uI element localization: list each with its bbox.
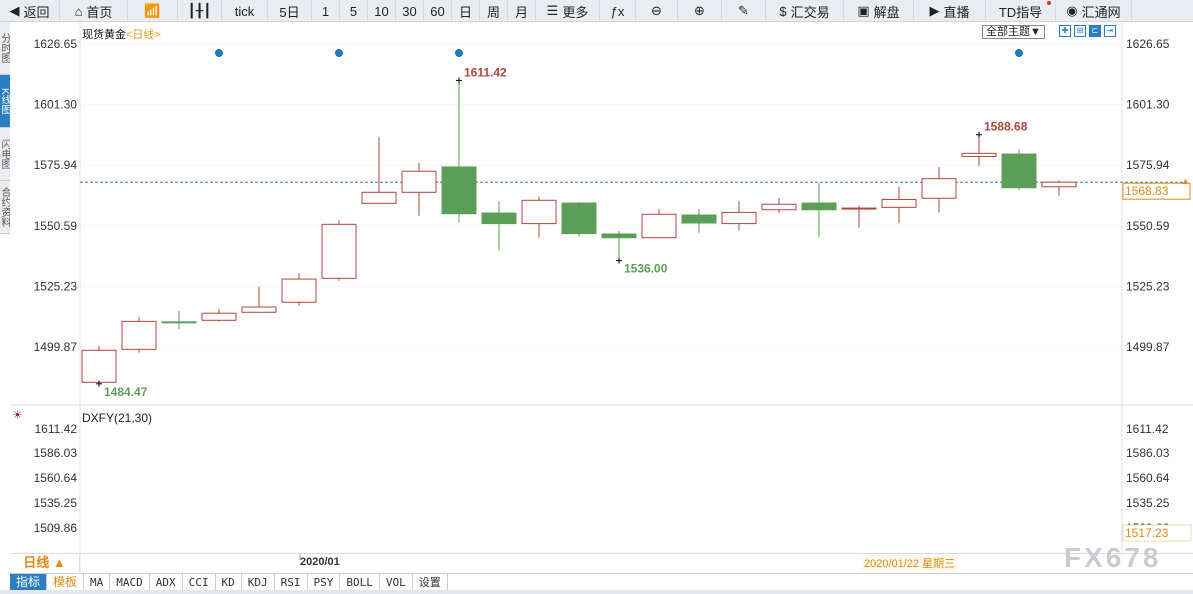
y-tick-right: 1499.87 (1126, 340, 1170, 354)
event-marker (455, 49, 463, 57)
y-tick-right: 1525.23 (1126, 279, 1170, 293)
candle-body (401, 170, 437, 193)
candle-body (161, 321, 197, 324)
y-tick-right: 1601.30 (1126, 98, 1170, 112)
extreme-label: 1484.47 (104, 385, 148, 399)
lower-y-tick-right: 1586.03 (1126, 446, 1170, 460)
indicator-tab-8[interactable]: RSI (275, 574, 308, 591)
month-label: 2020/01 (300, 556, 340, 568)
settings-gear-icon[interactable]: ☀ (12, 408, 23, 422)
lower-y-tick-left: 1509.86 (34, 521, 78, 535)
candle-body (841, 207, 877, 210)
indicator-tab-4[interactable]: ADX (150, 574, 183, 591)
lower-y-tick-left: 1611.42 (35, 422, 78, 436)
y-tick-right: 1550.59 (1126, 219, 1170, 233)
date-bar (10, 553, 1193, 572)
lower-y-tick-left: 1535.25 (34, 496, 78, 510)
y-tick-left: 1626.65 (34, 37, 78, 51)
goto-end-icon[interactable]: ⇥ (1104, 25, 1116, 37)
watermark: FX678 (1064, 542, 1162, 573)
indicator-label: DXFY(21,30) (82, 411, 153, 425)
extreme-label: 1536.00 (624, 262, 668, 276)
cursor-date: 2020/01/22 星期三 (862, 555, 958, 571)
indicator-tab-7[interactable]: KDJ (242, 574, 275, 591)
lower-y-tick-right: 1535.25 (1126, 496, 1170, 510)
horizontal-scrollbar[interactable] (0, 590, 1193, 594)
candle-body (241, 306, 277, 313)
candle-body (1001, 153, 1037, 189)
indicator-tab-3[interactable]: MACD (110, 574, 150, 591)
candlestick-chart[interactable]: 1626.65 1626.65 1601.30 1601.30 1575.94 1575.… (0, 0, 1193, 594)
candle-body (281, 278, 317, 303)
indicator-tab-5[interactable]: CCI (183, 574, 216, 591)
indicator-tab-1[interactable]: 模板 (47, 574, 85, 591)
candle-body (881, 198, 917, 208)
fit-icon[interactable]: ⊞ (1074, 25, 1086, 37)
theme-select[interactable]: 全部主题▼ (982, 25, 1045, 39)
candle-body (761, 203, 797, 211)
candle-body (601, 233, 637, 239)
candle-body (921, 178, 957, 199)
crosshair-icon[interactable]: ✚ (1059, 25, 1071, 37)
y-tick-right: 1575.94 (1126, 158, 1170, 172)
current-price-arrow-icon: ▲ (1181, 176, 1190, 186)
chart-title: 现货黄金<日线> (82, 26, 161, 42)
indicator-tab-9[interactable]: PSY (308, 574, 341, 591)
indicator-tab-2[interactable]: MA (84, 574, 111, 591)
symbol-name: 现货黄金 (82, 29, 126, 41)
y-tick-left: 1525.23 (34, 279, 78, 293)
current-price-label: 1568.83 (1125, 184, 1169, 198)
lower-y-tick-right: 1611.42 (1126, 422, 1169, 436)
indicator-tab-12[interactable]: 设置 (413, 574, 448, 591)
candle-body (321, 223, 357, 279)
extreme-label: 1588.68 (984, 120, 1028, 134)
period-tag: <日线> (126, 29, 161, 41)
y-tick-right: 1626.65 (1126, 37, 1170, 51)
indicator-tabs: 指标 模板 MA MACD ADX CCI KD KDJ RSI PSY BOLL VOL 设置 (10, 573, 1193, 591)
candle-body (441, 166, 477, 215)
candle-body (201, 312, 237, 321)
lower-current-value: 1517.23 (1125, 526, 1169, 540)
event-marker (335, 49, 343, 57)
lower-y-tick-left: 1560.64 (34, 471, 78, 485)
candle-body (561, 202, 597, 235)
candle-body (721, 211, 757, 225)
indicator-tab-0[interactable]: 指标 (10, 574, 48, 591)
y-tick-left: 1575.94 (34, 158, 78, 172)
indicator-tab-10[interactable]: BOLL (340, 574, 380, 591)
indicator-tab-11[interactable]: VOL (380, 574, 413, 591)
candle-body (961, 152, 997, 157)
y-tick-left: 1601.30 (34, 98, 78, 112)
candle-body (1041, 181, 1077, 188)
candle-body (81, 349, 117, 383)
period-select[interactable]: 日线 ▲ (10, 554, 80, 572)
lower-y-tick-left: 1586.03 (34, 446, 78, 460)
indicator-tab-6[interactable]: KD (216, 574, 242, 591)
candle-body (361, 191, 397, 204)
candle-body (681, 214, 717, 224)
candle-body (521, 199, 557, 225)
y-tick-left: 1550.59 (34, 219, 78, 233)
scale-icon[interactable]: ⊏ (1089, 25, 1101, 37)
extreme-label: 1611.42 (464, 65, 507, 79)
candle-body (481, 212, 517, 225)
candle-body (641, 213, 677, 239)
candle-body (121, 320, 157, 350)
event-marker (1015, 49, 1023, 57)
candle-body (801, 202, 837, 211)
y-tick-left: 1499.87 (34, 340, 78, 354)
lower-y-tick-right: 1560.64 (1126, 471, 1170, 485)
event-marker (215, 49, 223, 57)
